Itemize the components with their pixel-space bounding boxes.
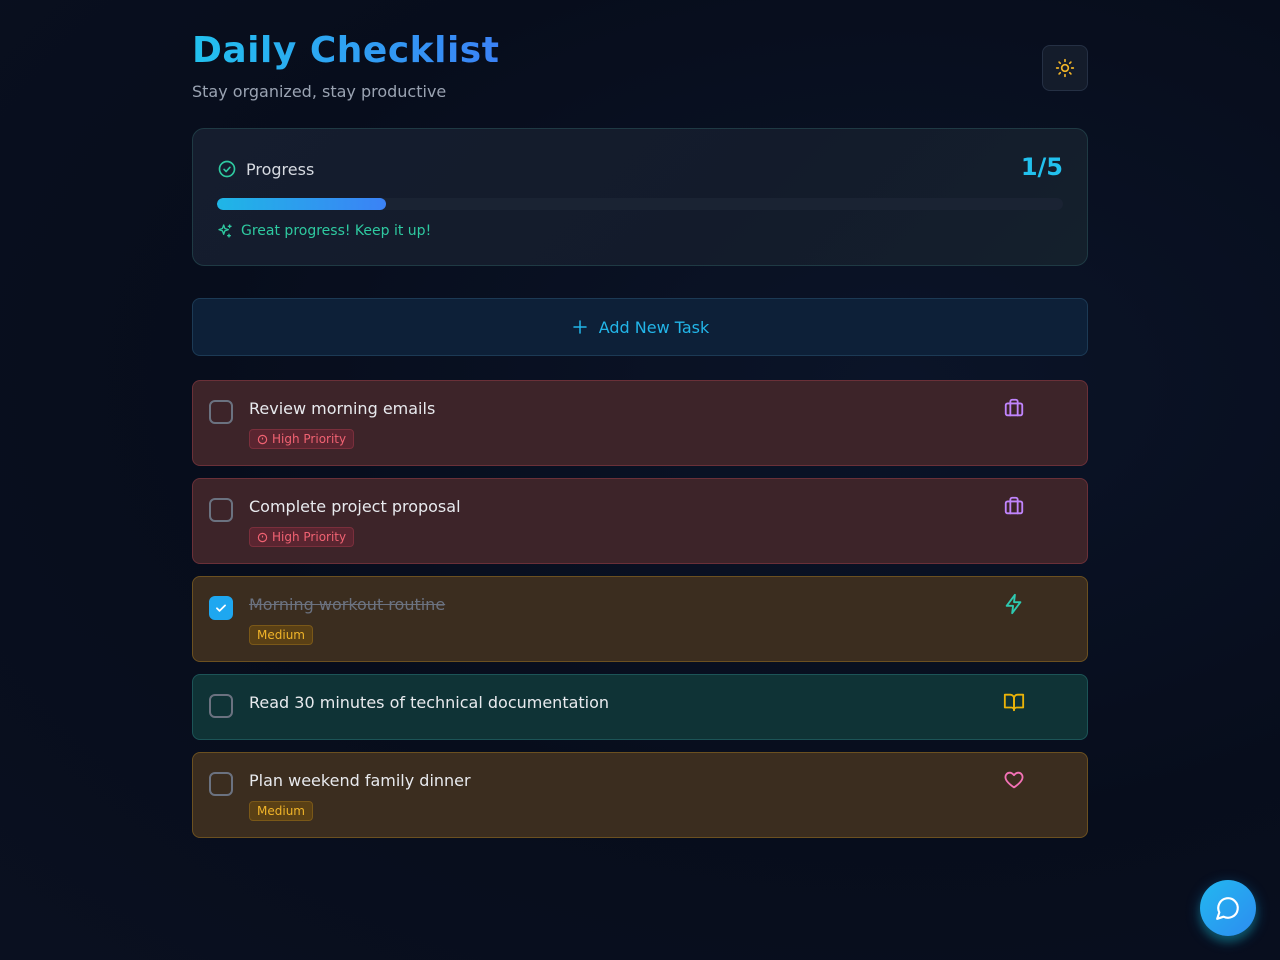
priority-badge: High Priority — [249, 527, 355, 547]
progress-bar — [217, 198, 1063, 210]
check-circle-icon — [218, 160, 236, 178]
briefcase-icon — [1004, 496, 1024, 515]
task-title: Plan weekend family dinner — [249, 771, 471, 790]
task-checkbox[interactable] — [209, 400, 233, 424]
priority-badge: Medium — [249, 625, 313, 645]
add-task-button[interactable]: Add New Task — [192, 298, 1088, 356]
chat-button[interactable] — [1200, 880, 1256, 936]
priority-badge-label: Medium — [257, 628, 305, 642]
priority-badge: Medium — [249, 801, 313, 821]
priority-badge-label: High Priority — [272, 530, 347, 544]
task-checkbox-checked[interactable] — [209, 596, 233, 620]
task-checkbox[interactable] — [209, 498, 233, 522]
page-subtitle: Stay organized, stay productive — [192, 82, 447, 101]
alert-circle-icon — [257, 532, 268, 542]
progress-header: Progress — [217, 159, 314, 179]
briefcase-icon — [1004, 398, 1024, 417]
checklist-app: Daily Checklist Stay organized, stay pro… — [192, 0, 1088, 838]
chat-bubble-icon — [1216, 897, 1239, 920]
progress-message: Great progress! Keep it up! — [217, 223, 431, 239]
task-item: Morning workout routine Medium — [192, 576, 1088, 662]
sun-icon — [1055, 58, 1075, 78]
task-checkbox[interactable] — [209, 694, 233, 718]
lightning-icon — [1005, 593, 1022, 615]
alert-circle-icon — [257, 434, 268, 444]
progress-card: Progress 1/5 Great progress! Keep it up! — [192, 128, 1088, 266]
priority-badge-label: High Priority — [272, 432, 347, 446]
task-title: Read 30 minutes of technical documentati… — [249, 693, 610, 712]
checkmark-icon — [216, 604, 226, 612]
page-title: Daily Checklist — [192, 30, 500, 71]
header: Daily Checklist Stay organized, stay pro… — [192, 0, 1088, 128]
task-title: Complete project proposal — [249, 497, 461, 516]
task-checkbox[interactable] — [209, 772, 233, 796]
add-task-label: Add New Task — [598, 317, 710, 337]
task-item: Complete project proposal High Priority — [192, 478, 1088, 564]
task-item: Review morning emails High Priority — [192, 380, 1088, 466]
plus-icon — [572, 320, 587, 334]
book-icon — [1003, 693, 1025, 712]
task-item: Plan weekend family dinner Medium — [192, 752, 1088, 838]
task-title: Morning workout routine — [249, 595, 446, 614]
task-item: Read 30 minutes of technical documentati… — [192, 674, 1088, 740]
priority-badge: High Priority — [249, 429, 355, 449]
heart-icon — [1004, 771, 1024, 789]
progress-message-text: Great progress! Keep it up! — [241, 223, 432, 239]
task-title: Review morning emails — [249, 399, 436, 418]
progress-bar-fill — [217, 198, 387, 210]
progress-count: 1/5 — [1020, 153, 1063, 181]
sparkles-icon — [218, 224, 232, 238]
progress-label: Progress — [246, 159, 315, 179]
theme-toggle-button[interactable] — [1042, 45, 1088, 91]
priority-badge-label: Medium — [257, 804, 305, 818]
